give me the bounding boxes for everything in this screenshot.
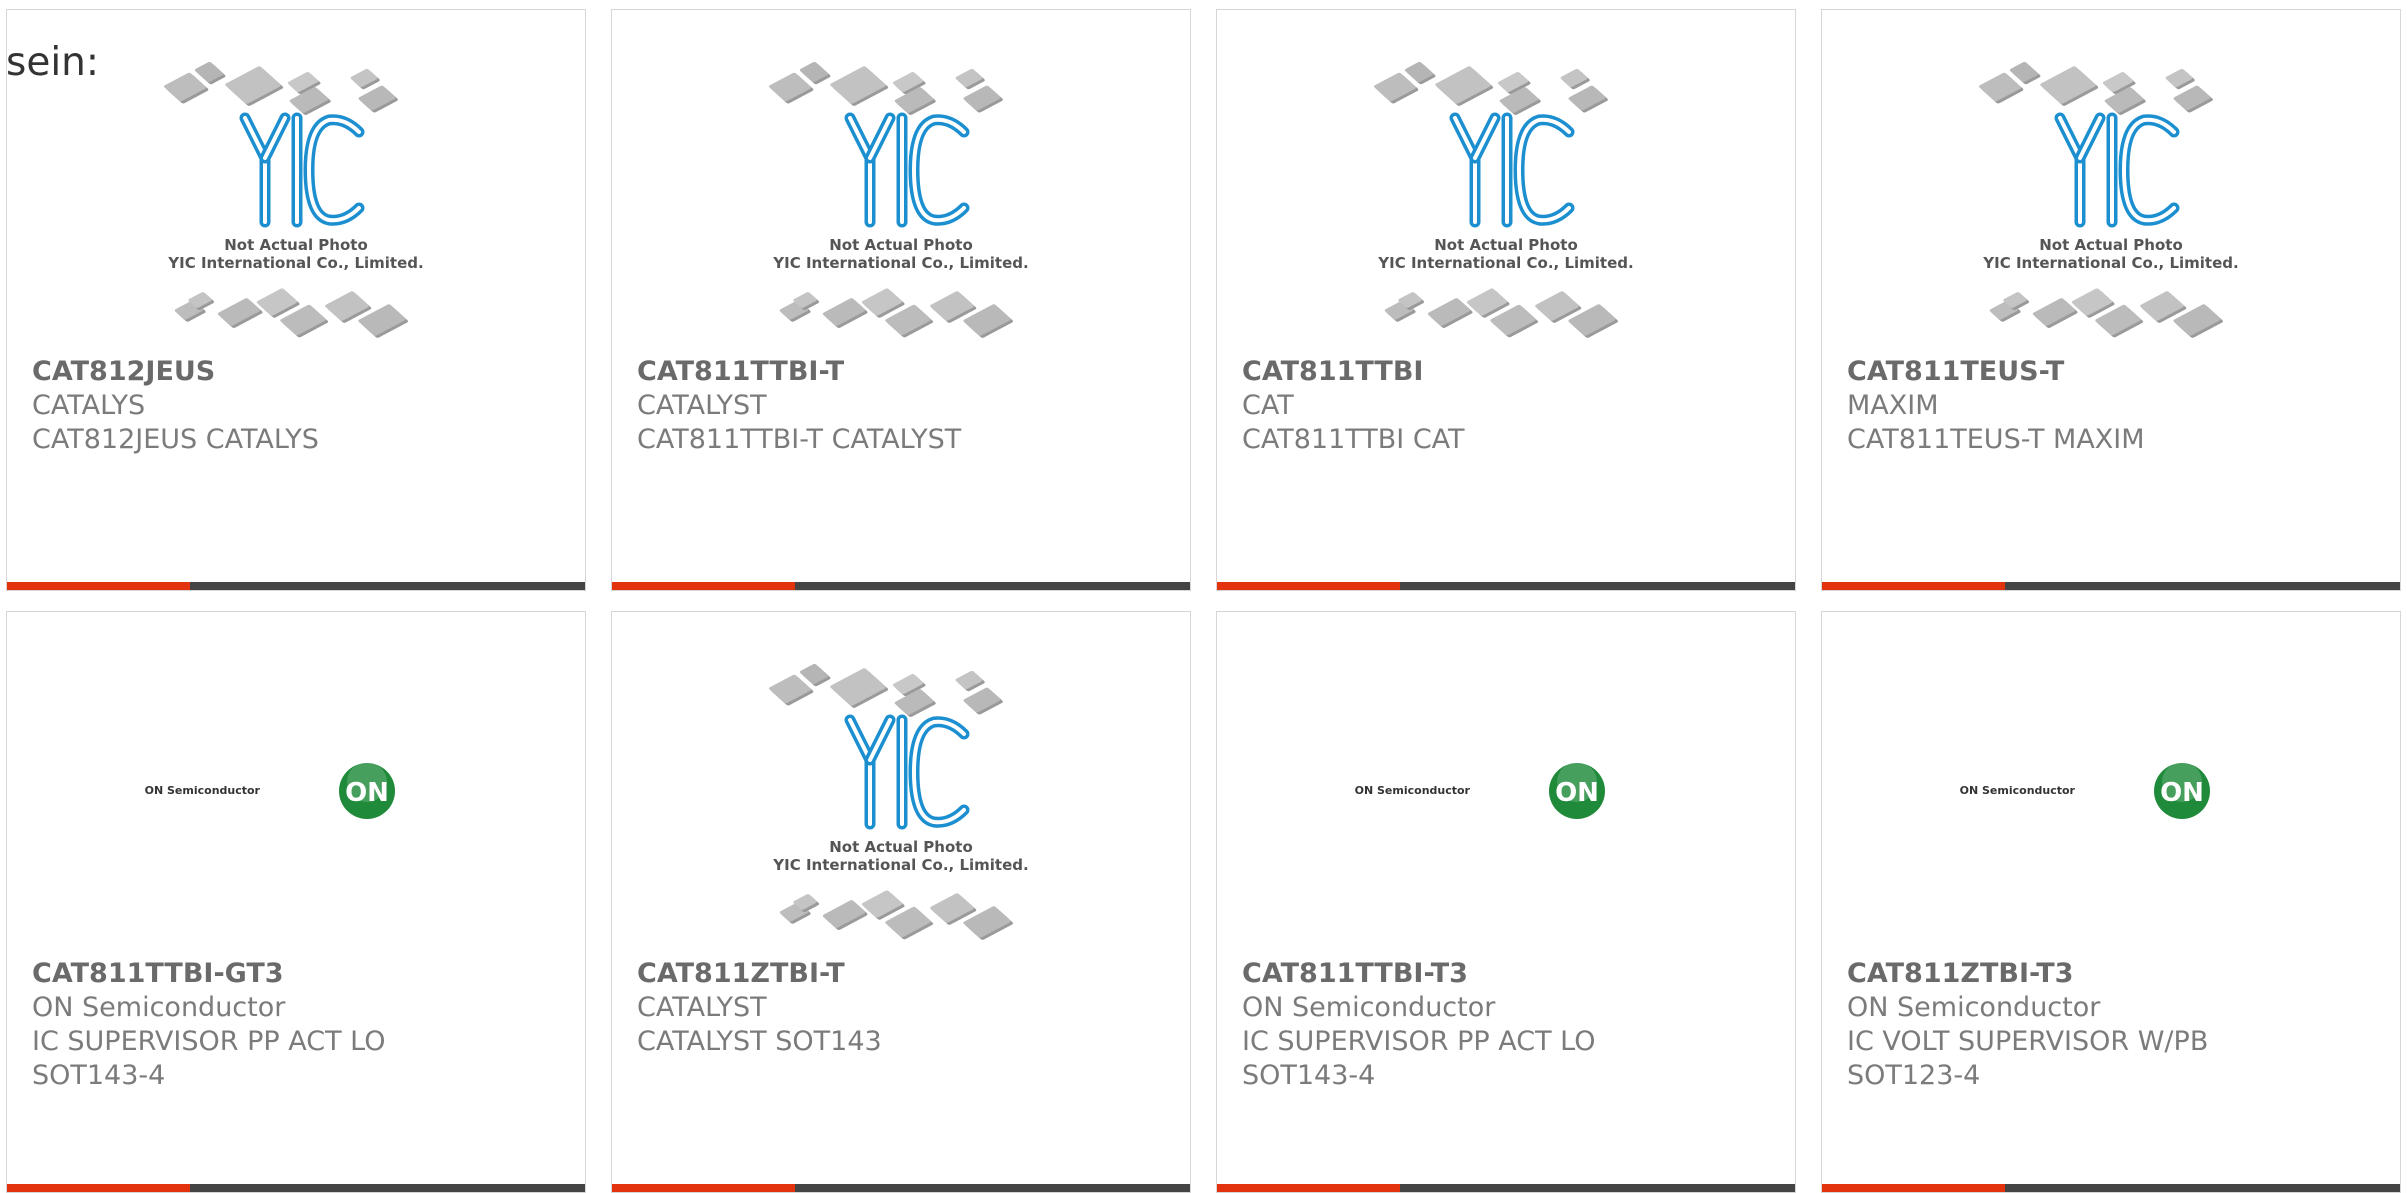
placeholder-caption-line1: Not Actual Photo <box>224 236 368 254</box>
onsemi-logo-icon: ON Semiconductor ON <box>145 762 395 819</box>
manufacturer: ON Semiconductor <box>32 992 286 1023</box>
placeholder-caption-line1: Not Actual Photo <box>829 236 973 254</box>
placeholder-caption-line1: Not Actual Photo <box>1434 236 1578 254</box>
product-image[interactable]: Not Actual Photo YIC International Co., L… <box>1822 10 2400 350</box>
card-bottom-bar-accent <box>1822 1184 2005 1192</box>
product-card[interactable]: Not Actual Photo YIC International Co., L… <box>6 9 586 591</box>
product-card[interactable]: ON Semiconductor ON CAT811TTBI-GT3 ON Sem… <box>6 611 586 1193</box>
onsemi-logo-icon: ON Semiconductor ON <box>1355 762 1605 819</box>
description-line: IC SUPERVISOR PP ACT LO <box>1242 1026 1596 1057</box>
card-bottom-bar-accent <box>1822 582 2005 590</box>
part-number[interactable]: CAT811ZTBI-T <box>637 957 1170 991</box>
yic-placeholder-image: Not Actual PhotoYIC International Co., L… <box>1374 62 1634 338</box>
card-bottom-bar <box>1217 1184 1795 1192</box>
product-card[interactable]: Not Actual Photo YIC International Co., L… <box>1216 9 1796 591</box>
card-bottom-bar <box>612 582 1190 590</box>
onsemi-badge-text: ON <box>2160 778 2204 808</box>
card-bottom-bar-accent <box>1217 582 1400 590</box>
card-bottom-bar <box>7 582 585 590</box>
product-info: CAT811TTBI-T3 ON Semiconductor IC SUPERV… <box>1242 957 1775 1093</box>
part-number[interactable]: CAT811TTBI <box>1242 355 1775 389</box>
placeholder-caption-line2: YIC International Co., Limited. <box>167 254 423 272</box>
product-card[interactable]: ON Semiconductor ON CAT811ZTBI-T3 ON Semi… <box>1821 611 2401 1193</box>
description-line: CATALYST SOT143 <box>637 1026 882 1057</box>
product-card[interactable]: Not Actual Photo YIC International Co., L… <box>611 611 1191 1193</box>
card-bottom-bar-accent <box>612 1184 795 1192</box>
placeholder-caption-line1: Not Actual Photo <box>2039 236 2183 254</box>
yic-placeholder-image: Not Actual PhotoYIC International Co., L… <box>1979 62 2239 338</box>
part-number[interactable]: CAT811TTBI-T3 <box>1242 957 1775 991</box>
yic-logo-icon <box>239 112 365 228</box>
product-image[interactable]: ON Semiconductor ON <box>1217 612 1795 952</box>
product-info: CAT811ZTBI-T CATALYST CATALYST SOT143 <box>637 957 1170 1059</box>
description-line: IC SUPERVISOR PP ACT LO <box>32 1026 386 1057</box>
onsemi-logo-text: ON Semiconductor <box>1355 784 1471 797</box>
product-image[interactable]: Not Actual Photo YIC International Co., L… <box>1217 10 1795 350</box>
card-bottom-bar-accent <box>7 582 190 590</box>
description-line: CAT811TEUS-T MAXIM <box>1847 424 2145 455</box>
onsemi-logo-text: ON Semiconductor <box>145 784 261 797</box>
card-bottom-bar <box>612 1184 1190 1192</box>
description-line: SOT123-4 <box>1847 1060 1981 1091</box>
product-grid: Not Actual Photo YIC International Co., L… <box>6 9 2402 1193</box>
manufacturer: ON Semiconductor <box>1847 992 2101 1023</box>
yic-logo-icon <box>1449 112 1575 228</box>
part-number[interactable]: CAT812JEUS <box>32 355 565 389</box>
description-line: SOT143-4 <box>1242 1060 1376 1091</box>
description-line: IC VOLT SUPERVISOR W/PB <box>1847 1026 2209 1057</box>
card-bottom-bar-accent <box>1217 1184 1400 1192</box>
product-info: CAT811ZTBI-T3 ON Semiconductor IC VOLT S… <box>1847 957 2380 1093</box>
placeholder-caption-line2: YIC International Co., Limited. <box>1377 254 1633 272</box>
manufacturer: CAT <box>1242 390 1294 421</box>
product-info: CAT811TTBI CAT CAT811TTBI CAT <box>1242 355 1775 457</box>
product-image[interactable]: Not Actual Photo YIC International Co., L… <box>612 612 1190 952</box>
product-info: CAT811TEUS-T MAXIM CAT811TEUS-T MAXIM <box>1847 355 2380 457</box>
product-info: CAT812JEUS CATALYS CAT812JEUS CATALYS <box>32 355 565 457</box>
product-image[interactable]: ON Semiconductor ON <box>1822 612 2400 952</box>
card-bottom-bar <box>1822 1184 2400 1192</box>
part-number[interactable]: CAT811ZTBI-T3 <box>1847 957 2380 991</box>
card-bottom-bar <box>7 1184 585 1192</box>
part-number[interactable]: CAT811TTBI-T <box>637 355 1170 389</box>
manufacturer: CATALYST <box>637 390 767 421</box>
card-bottom-bar-accent <box>612 582 795 590</box>
yic-logo-icon <box>2054 112 2180 228</box>
manufacturer: MAXIM <box>1847 390 1939 421</box>
product-card[interactable]: ON Semiconductor ON CAT811TTBI-T3 ON Semi… <box>1216 611 1796 1193</box>
description-line: CAT811TTBI CAT <box>1242 424 1465 455</box>
product-card[interactable]: Not Actual Photo YIC International Co., L… <box>1821 9 2401 591</box>
description-line: CAT811TTBI-T CATALYST <box>637 424 962 455</box>
yic-placeholder-image: Not Actual PhotoYIC International Co., L… <box>769 664 1029 940</box>
product-image[interactable]: Not Actual Photo YIC International Co., L… <box>612 10 1190 350</box>
yic-logo-icon <box>844 714 970 830</box>
card-bottom-bar-accent <box>7 1184 190 1192</box>
part-number[interactable]: CAT811TTBI-GT3 <box>32 957 565 991</box>
placeholder-caption-line1: Not Actual Photo <box>829 838 973 856</box>
part-number[interactable]: CAT811TEUS-T <box>1847 355 2380 389</box>
yic-placeholder-image: Not Actual PhotoYIC International Co., L… <box>769 62 1029 338</box>
page-label: sein: <box>6 40 100 85</box>
placeholder-caption-line2: YIC International Co., Limited. <box>1982 254 2238 272</box>
description-line: SOT143-4 <box>32 1060 166 1091</box>
placeholder-caption-line2: YIC International Co., Limited. <box>772 856 1028 874</box>
description-line: CAT812JEUS CATALYS <box>32 424 319 455</box>
onsemi-logo-text: ON Semiconductor <box>1960 784 2076 797</box>
product-info: CAT811TTBI-GT3 ON Semiconductor IC SUPER… <box>32 957 565 1093</box>
placeholder-caption-line2: YIC International Co., Limited. <box>772 254 1028 272</box>
yic-logo-icon <box>844 112 970 228</box>
manufacturer: CATALYST <box>637 992 767 1023</box>
product-image[interactable]: ON Semiconductor ON <box>7 612 585 952</box>
manufacturer: ON Semiconductor <box>1242 992 1496 1023</box>
onsemi-badge-text: ON <box>345 778 389 808</box>
onsemi-logo-icon: ON Semiconductor ON <box>1960 762 2210 819</box>
card-bottom-bar <box>1822 582 2400 590</box>
onsemi-badge-text: ON <box>1555 778 1599 808</box>
product-info: CAT811TTBI-T CATALYST CAT811TTBI-T CATAL… <box>637 355 1170 457</box>
product-card[interactable]: Not Actual Photo YIC International Co., L… <box>611 9 1191 591</box>
manufacturer: CATALYS <box>32 390 146 421</box>
card-bottom-bar <box>1217 582 1795 590</box>
